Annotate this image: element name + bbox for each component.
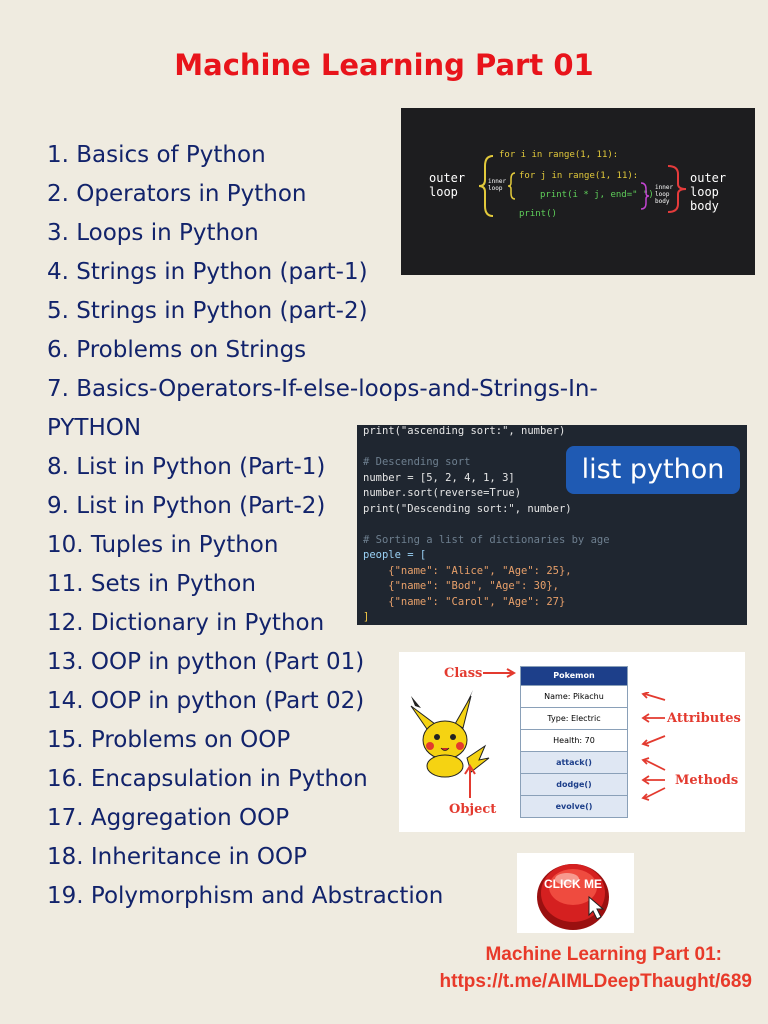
attributes-label: Attributes [667, 711, 741, 726]
list-python-badge: list python [566, 446, 740, 494]
code-line: {"name": "Alice", "Age": 25}, [363, 565, 572, 577]
method-row: evolve() [521, 796, 627, 817]
click-me-button[interactable]: CLICK ME [517, 853, 634, 933]
code-line: number = [5, 2, 4, 1, 3] [363, 472, 515, 484]
outer-loop-label: outer loop [429, 171, 466, 199]
code-line: {"name": "Bod", "Age": 30}, [363, 580, 559, 592]
page-title: Machine Learning Part 01 [174, 48, 594, 82]
brace-icon [640, 182, 650, 210]
code-line: # Descending sort [363, 456, 471, 468]
attribute-row: Type: Electric [521, 708, 627, 730]
arrows-icon [641, 692, 666, 747]
class-header: Pokemon [521, 667, 627, 686]
inner-loop-label: inner loop [488, 178, 507, 192]
class-label: Class [444, 666, 483, 681]
code-line: {"name": "Carol", "Age": 27} [363, 596, 566, 608]
footer-link[interactable]: https://t.me/AIMLDeepThaught/689 [0, 971, 768, 993]
list-item: 6. Problems on Strings [47, 337, 307, 363]
footer-caption: Machine Learning Part 01: [485, 944, 722, 965]
brace-icon [667, 165, 687, 213]
list-item: 5. Strings in Python (part-2) [47, 298, 368, 324]
code-line: number.sort(reverse=True) [363, 487, 522, 499]
code-line: ] [363, 611, 370, 623]
code-line: print(i * j, end=" ") [540, 190, 654, 200]
attribute-row: Health: 70 [521, 730, 627, 752]
methods-label: Methods [675, 773, 739, 788]
nested-loops-image: outer loop inner loop for i in range(1, … [401, 108, 755, 275]
code-line: for j in range(1, 11): [519, 171, 639, 181]
code-line: print("Descending sort:", number) [363, 503, 572, 515]
list-code-image: print("ascending sort:", number) # Desce… [357, 425, 747, 625]
method-row: dodge() [521, 774, 627, 796]
arrow-icon [464, 764, 476, 798]
click-label: CLICK ME [544, 877, 602, 891]
code-line: print() [519, 209, 557, 219]
brace-icon [507, 172, 516, 200]
code-line: for i in range(1, 11): [499, 150, 619, 160]
code-line: people = [ [363, 549, 427, 561]
object-label: Object [449, 802, 497, 817]
code-line: print("ascending sort:", number) [363, 425, 566, 437]
attribute-row: Name: Pikachu [521, 686, 627, 708]
oop-diagram-image: Class Object Pokemon Name: Pikachu Type:… [399, 652, 745, 832]
pikachu-icon [410, 690, 490, 778]
method-row: attack() [521, 752, 627, 774]
arrows-icon [641, 757, 666, 801]
arrow-icon [483, 668, 517, 678]
outer-loop-body-label: outer loop body [690, 171, 727, 213]
click-me-icon: CLICK ME [537, 864, 609, 930]
code-line: # Sorting a list of dictionaries by age [363, 534, 610, 546]
pokemon-class-table: Pokemon Name: Pikachu Type: Electric Hea… [520, 666, 628, 818]
